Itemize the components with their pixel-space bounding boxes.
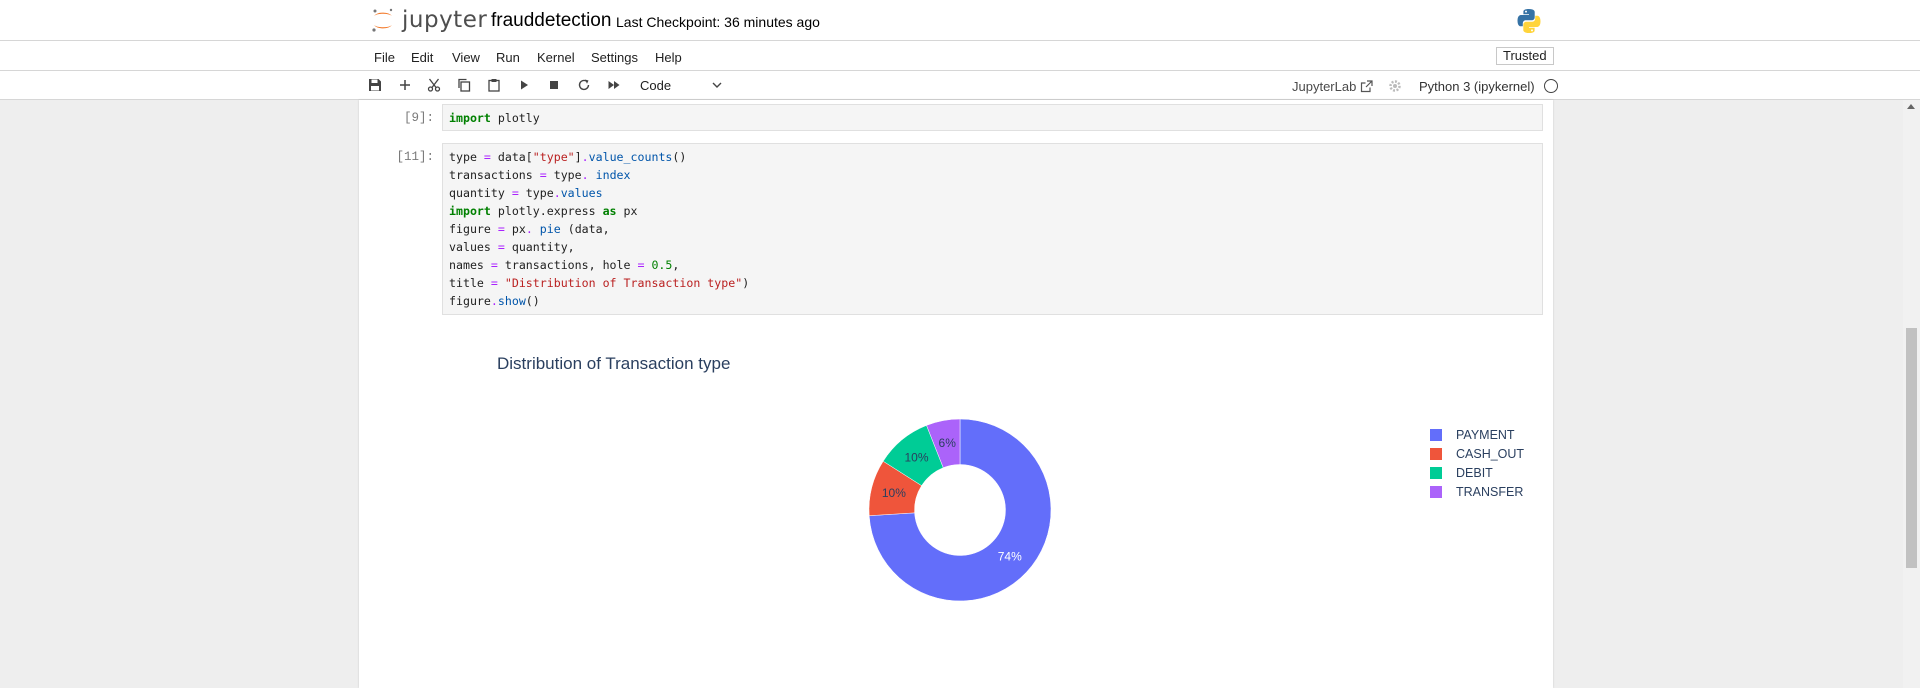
paste-icon xyxy=(488,79,500,92)
kernel-name[interactable]: Python 3 (ipykernel) xyxy=(1419,79,1535,94)
kernel-status-icon xyxy=(1544,79,1558,93)
code-keyword: import xyxy=(449,111,491,125)
pie-slice-label: 6% xyxy=(939,436,957,450)
legend-item[interactable]: DEBIT xyxy=(1430,463,1524,482)
add-cell-icon xyxy=(400,80,410,90)
pie-slice-label: 10% xyxy=(882,486,906,500)
menu-edit[interactable]: Edit xyxy=(411,50,433,65)
legend-swatch xyxy=(1430,466,1442,479)
run-icon xyxy=(521,80,528,90)
menubar: File Edit View Run Kernel Settings Help … xyxy=(0,41,1920,70)
cell-prompt: [9]: xyxy=(403,111,434,125)
legend-item[interactable]: PAYMENT xyxy=(1430,425,1524,444)
notebook-title[interactable]: frauddetection xyxy=(491,10,611,32)
save-button[interactable] xyxy=(366,76,384,94)
cell-type-value: Code xyxy=(640,77,672,93)
copy-button[interactable] xyxy=(455,76,473,94)
jupyter-logo[interactable]: jupyter xyxy=(370,6,487,34)
menu-settings[interactable]: Settings xyxy=(591,50,638,65)
notebook-toolbar: Code JupyterLab Python 3 (ipykernel) xyxy=(0,71,1920,99)
legend-item[interactable]: CASH_OUT xyxy=(1430,444,1524,463)
restart-icon xyxy=(578,79,590,91)
legend-label: DEBIT xyxy=(1456,465,1493,480)
cell-type-select[interactable]: Code xyxy=(640,76,722,94)
cut-icon xyxy=(427,78,441,92)
run-cell-button[interactable] xyxy=(515,76,533,94)
fast-forward-icon xyxy=(608,81,620,89)
save-icon xyxy=(369,79,381,91)
restart-run-all-button[interactable] xyxy=(605,76,623,94)
external-link-icon xyxy=(1361,80,1373,93)
legend-label: CASH_OUT xyxy=(1456,446,1525,461)
cut-button[interactable] xyxy=(425,76,443,94)
code-cell-input[interactable]: import plotly xyxy=(442,104,1543,131)
menu-run[interactable]: Run xyxy=(496,50,520,65)
scroll-up-arrow-icon[interactable] xyxy=(1907,104,1915,109)
pie-slice-label: 10% xyxy=(904,450,928,464)
chart-title: Distribution of Transaction type xyxy=(497,354,731,373)
chevron-down-icon xyxy=(712,82,722,88)
code-text: type = data["type"].value_counts() trans… xyxy=(449,150,750,308)
python-logo-icon xyxy=(1515,7,1543,35)
jupyterlab-link[interactable]: JupyterLab xyxy=(1292,79,1373,94)
menu-file[interactable]: File xyxy=(374,50,395,65)
restart-kernel-button[interactable] xyxy=(575,76,593,94)
legend-swatch xyxy=(1430,447,1442,460)
code-cell-input[interactable]: type = data["type"].value_counts() trans… xyxy=(442,143,1543,315)
copy-icon xyxy=(458,78,471,92)
legend-swatch xyxy=(1430,428,1442,441)
interrupt-kernel-button[interactable] xyxy=(545,76,563,94)
legend-label: TRANSFER xyxy=(1456,484,1524,499)
menu-kernel[interactable]: Kernel xyxy=(537,50,575,65)
legend-label: PAYMENT xyxy=(1456,427,1515,442)
checkpoint-status: Last Checkpoint: 36 minutes ago xyxy=(616,14,820,30)
chart-legend: PAYMENT CASH_OUT DEBIT TRANSFER xyxy=(1430,425,1524,501)
scrollbar-thumb[interactable] xyxy=(1906,328,1917,568)
gear-icon[interactable] xyxy=(1388,79,1402,93)
menu-view[interactable]: View xyxy=(452,50,480,65)
stop-icon xyxy=(550,81,558,89)
notebook-header: jupyter frauddetection Last Checkpoint: … xyxy=(0,0,1920,40)
jupyterlab-link-label: JupyterLab xyxy=(1292,79,1357,94)
cell-prompt: [11]: xyxy=(396,150,434,164)
code-text: import plotly xyxy=(449,111,540,125)
pie-slice-label: 74% xyxy=(998,550,1022,564)
legend-item[interactable]: TRANSFER xyxy=(1430,482,1524,501)
jupyter-wordmark: jupyter xyxy=(402,7,488,33)
paste-button[interactable] xyxy=(485,76,503,94)
legend-swatch xyxy=(1430,485,1442,498)
add-cell-button[interactable] xyxy=(396,76,414,94)
trusted-indicator[interactable]: Trusted xyxy=(1496,47,1554,65)
menu-help[interactable]: Help xyxy=(655,50,682,65)
donut-chart[interactable]: 74% 10% 10% 6% xyxy=(850,405,1070,605)
jupyter-logo-icon xyxy=(370,7,396,33)
